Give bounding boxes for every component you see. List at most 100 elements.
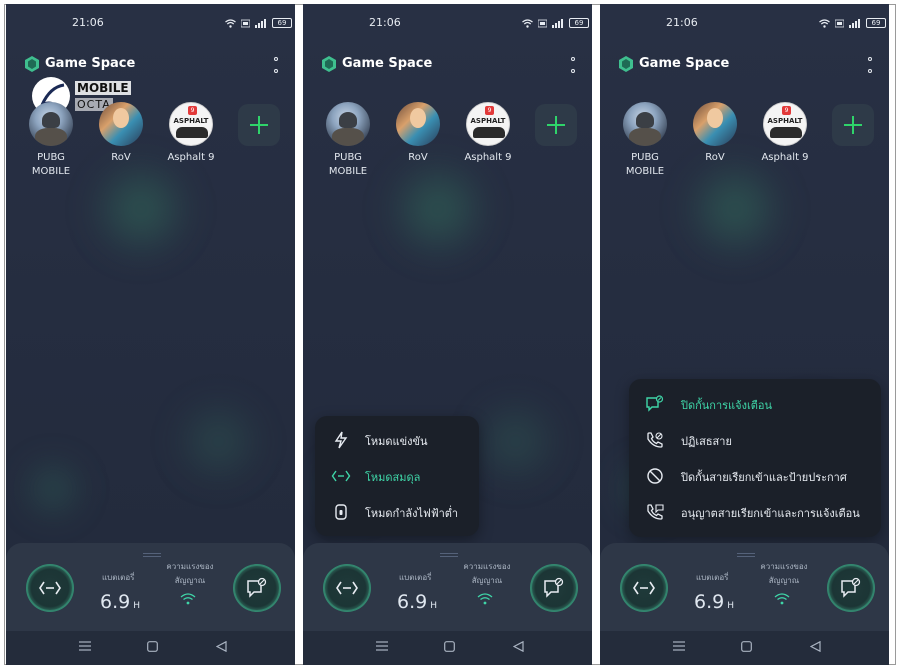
battery-status-icon: 69 xyxy=(866,18,886,28)
more-vertical-icon[interactable] xyxy=(867,57,873,73)
volte-icon xyxy=(835,19,844,27)
drag-handle[interactable] xyxy=(143,553,161,557)
game-item-rov[interactable]: RoV xyxy=(684,102,746,165)
home-icon[interactable] xyxy=(147,641,158,652)
game-label: RoV xyxy=(408,152,428,163)
system-nav-bar xyxy=(600,631,889,665)
screen-game-space-3: 21:06 69 Game Space PUBG MOBILE RoV 9 AS… xyxy=(600,4,889,665)
menu-item-block-notifications[interactable]: ปิดกั้นการแจ้งเตือน xyxy=(629,386,881,422)
allow-call-icon xyxy=(647,504,664,520)
notification-block-icon xyxy=(247,577,267,598)
rov-icon xyxy=(396,102,440,146)
recent-apps-icon[interactable] xyxy=(79,641,91,651)
signal-strength-icon xyxy=(255,18,266,28)
battery-value: 6.9 H xyxy=(694,591,734,613)
background-glow xyxy=(18,454,88,524)
battery-status-icon: 69 xyxy=(272,18,292,28)
menu-item-block-calls-and-banners[interactable]: ปิดกั้นสายเรียกเข้าและป้ายประกาศ xyxy=(629,458,881,494)
game-label: RoV xyxy=(705,152,725,163)
back-icon[interactable] xyxy=(216,641,227,652)
game-item-asphalt-9[interactable]: 9 ASPHALT Asphalt 9 xyxy=(754,102,816,165)
signal-label: ความแรงของ สัญญาณ xyxy=(166,562,214,585)
balanced-mode-icon xyxy=(39,581,61,595)
page-title: Game Space xyxy=(342,56,433,71)
game-label: RoV xyxy=(111,152,131,163)
wifi-status-icon xyxy=(522,18,533,28)
performance-mode-button[interactable] xyxy=(620,564,668,612)
add-game-button[interactable] xyxy=(535,104,577,146)
performance-mode-button[interactable] xyxy=(26,564,74,612)
menu-item-low-power-mode[interactable]: โหมดกำลังไฟฟ้าต่ำ xyxy=(315,494,479,530)
home-icon[interactable] xyxy=(444,641,455,652)
signal-strength-icon xyxy=(552,18,563,28)
add-game-button[interactable] xyxy=(832,104,874,146)
asphalt-9-icon: 9 ASPHALT xyxy=(466,102,510,146)
performance-mode-button[interactable] xyxy=(323,564,371,612)
home-icon[interactable] xyxy=(741,641,752,652)
app-header: Game Space xyxy=(322,54,584,76)
wifi-signal-icon xyxy=(180,593,196,605)
drag-handle[interactable] xyxy=(440,553,458,557)
game-item-pubg-mobile[interactable]: PUBG MOBILE xyxy=(614,102,676,179)
page-title: Game Space xyxy=(45,56,136,71)
app-header: Game Space xyxy=(25,54,287,76)
battery-value: 6.9 H xyxy=(100,591,140,613)
game-label: Asphalt 9 xyxy=(167,152,215,163)
game-item-pubg-mobile[interactable]: PUBG MOBILE xyxy=(20,102,82,179)
menu-item-balanced-mode[interactable]: โหมดสมดุล xyxy=(315,458,479,494)
pubg-mobile-icon xyxy=(326,102,370,146)
page-title: Game Space xyxy=(639,56,730,71)
more-vertical-icon[interactable] xyxy=(273,57,279,73)
battery-status-icon: 69 xyxy=(569,18,589,28)
app-header: Game Space xyxy=(619,54,881,76)
balanced-mode-icon xyxy=(336,581,358,595)
menu-item-decline-calls[interactable]: ปฏิเสธสาย xyxy=(629,422,881,458)
status-bar: 21:06 69 xyxy=(303,16,592,32)
notification-mode-button[interactable] xyxy=(827,564,875,612)
menu-item-allow-calls-and-notifications[interactable]: อนุญาตสายเรียกเข้าและการแจ้งเตือน xyxy=(629,494,881,530)
rov-icon xyxy=(99,102,143,146)
game-item-rov[interactable]: RoV xyxy=(387,102,449,165)
screen-game-space-2: 21:06 69 Game Space PUBG MOBILE RoV 9 AS… xyxy=(303,4,592,665)
signal-label: ความแรงของ สัญญาณ xyxy=(760,562,808,585)
game-label: Asphalt 9 xyxy=(761,152,809,163)
game-item-asphalt-9[interactable]: 9 ASPHALT Asphalt 9 xyxy=(160,102,222,165)
screen-game-space-1: 21:06 69 Game Space MOBILE OCTA PUBG MOB… xyxy=(6,4,295,665)
notification-block-icon xyxy=(646,395,664,412)
game-item-rov[interactable]: RoV xyxy=(90,102,152,165)
game-space-logo-icon xyxy=(619,56,633,72)
game-space-logo-icon xyxy=(25,56,39,72)
background-glow xyxy=(468,394,563,489)
pubg-mobile-icon xyxy=(29,102,73,146)
battery-label: แบตเตอรี่ xyxy=(696,573,729,582)
low-power-icon xyxy=(335,504,347,520)
balanced-mode-icon xyxy=(331,470,351,482)
game-space-logo-icon xyxy=(322,56,336,72)
system-nav-bar xyxy=(303,631,592,665)
menu-item-competitive-mode[interactable]: โหมดแข่งขัน xyxy=(315,422,479,458)
recent-apps-icon[interactable] xyxy=(376,641,388,651)
drag-handle[interactable] xyxy=(737,553,755,557)
game-label: PUBG MOBILE xyxy=(328,152,368,177)
game-label: PUBG MOBILE xyxy=(31,152,71,177)
notification-mode-button[interactable] xyxy=(233,564,281,612)
add-game-button[interactable] xyxy=(238,104,280,146)
status-bar: 21:06 69 xyxy=(6,16,295,32)
decline-call-icon xyxy=(647,432,663,448)
game-item-pubg-mobile[interactable]: PUBG MOBILE xyxy=(317,102,379,179)
recent-apps-icon[interactable] xyxy=(673,641,685,651)
back-icon[interactable] xyxy=(513,641,524,652)
status-time: 21:06 xyxy=(72,16,104,29)
notification-mode-button[interactable] xyxy=(530,564,578,612)
game-list: PUBG MOBILE RoV 9 ASPHALT Asphalt 9 xyxy=(614,102,884,192)
balanced-mode-icon xyxy=(633,581,655,595)
more-vertical-icon[interactable] xyxy=(570,57,576,73)
back-icon[interactable] xyxy=(810,641,821,652)
volte-icon xyxy=(538,19,547,27)
signal-label: ความแรงของ สัญญาณ xyxy=(463,562,511,585)
block-icon xyxy=(647,468,663,484)
bottom-panel: แบตเตอรี่ 6.9 H ความแรงของ สัญญาณ xyxy=(303,543,592,631)
wifi-signal-icon xyxy=(774,593,790,605)
game-item-asphalt-9[interactable]: 9 ASPHALT Asphalt 9 xyxy=(457,102,519,165)
battery-value: 6.9 H xyxy=(397,591,437,613)
